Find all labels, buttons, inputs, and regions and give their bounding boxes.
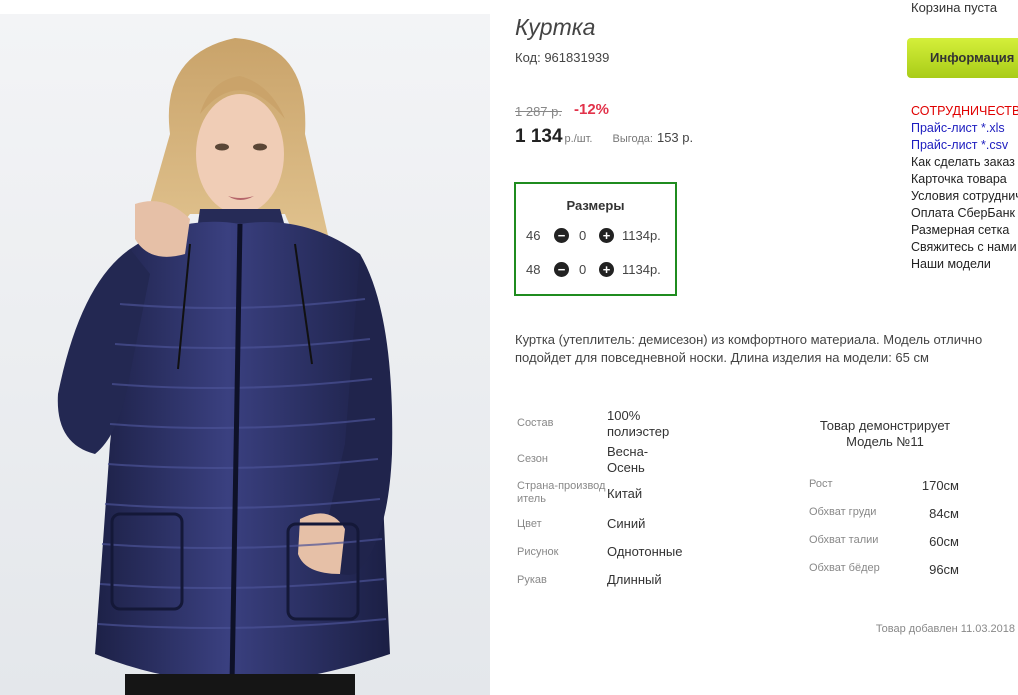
property-value: Длинный — [607, 572, 662, 587]
size-row: 46 − 0 + 1134р. — [526, 226, 661, 244]
model-param-value: 170см — [921, 478, 959, 493]
sidebar-item-product-card[interactable]: Карточка товара — [911, 171, 1018, 188]
product-description: Куртка (утеплитель: демисезон) из комфор… — [515, 332, 983, 365]
cart-status[interactable]: Корзина пуста — [911, 0, 997, 15]
price-unit: р./шт. — [564, 133, 593, 145]
sidebar-item-our-models[interactable]: Наши модели — [911, 256, 1018, 273]
property-key: Страна-производитель — [517, 480, 606, 505]
model-in-jacket-image — [0, 14, 490, 695]
quantity-value[interactable]: 0 — [579, 228, 591, 243]
sidebar-item-how-to-order[interactable]: Как сделать заказ — [911, 154, 1018, 171]
size-label: 48 — [526, 261, 541, 277]
model-param-value: 60см — [929, 534, 959, 549]
quantity-value[interactable]: 0 — [579, 262, 591, 277]
property-key: Рукав — [517, 574, 547, 586]
sidebar-link-price-xls[interactable]: Прайс-лист *.xls — [911, 120, 1018, 137]
old-price: 1 287 р. — [515, 104, 562, 119]
sidebar-item-contact[interactable]: Свяжитесь с нами — [911, 239, 1018, 256]
property-value: Весна-Осень — [607, 444, 649, 475]
model-param-key: Обхват талии — [809, 534, 879, 546]
sidebar-item-terms[interactable]: Условия сотрудничества — [911, 188, 1018, 205]
minus-button[interactable]: − — [554, 261, 569, 277]
model-param-key: Обхват бёдер — [809, 562, 880, 574]
benefit-value: 153 р. — [656, 130, 694, 145]
sidebar-menu: СОТРУДНИЧЕСТВО Прайс-лист *.xls Прайс-ли… — [911, 103, 1018, 273]
current-price: 1 134 — [515, 126, 563, 147]
model-param-row: Рост 170см — [809, 478, 959, 494]
sidebar-item-size-chart[interactable]: Размерная сетка — [911, 222, 1018, 239]
size-price: 1134р. — [622, 261, 661, 277]
model-param-row: Обхват груди 84см — [809, 506, 959, 522]
model-param-value: 84см — [929, 506, 959, 521]
model-param-value: 96см — [929, 562, 959, 577]
minus-button[interactable]: − — [554, 227, 569, 243]
property-value: Синий — [607, 516, 646, 531]
product-code: Код: 961831939 — [515, 50, 610, 65]
property-value: Китай — [607, 486, 643, 501]
property-key: Цвет — [517, 518, 542, 530]
sizes-title: Размеры — [566, 198, 625, 213]
product-title: Куртка — [515, 14, 596, 40]
size-label: 46 — [526, 227, 541, 243]
property-value: 100% полиэстер — [607, 408, 670, 439]
model-param-key: Обхват груди — [809, 506, 877, 518]
sidebar-item-payment[interactable]: Оплата СберБанк — [911, 205, 1018, 222]
plus-button[interactable]: + — [599, 227, 614, 243]
plus-button[interactable]: + — [599, 261, 614, 277]
sizes-box: Размеры 46 − 0 + 1134р. 48 − 0 + 1134р. — [514, 182, 677, 296]
info-button[interactable]: Информация — [907, 38, 1018, 78]
discount-badge: -12% — [574, 101, 610, 118]
sidebar-heading: СОТРУДНИЧЕСТВО — [911, 104, 1018, 118]
added-date: Товар добавлен 11.03.2018 — [875, 623, 1015, 635]
model-param-row: Обхват бёдер 96см — [809, 562, 959, 578]
property-value: Однотонные — [607, 544, 683, 559]
size-price: 1134р. — [622, 227, 661, 243]
property-key: Сезон — [517, 453, 548, 465]
property-key: Состав — [517, 417, 554, 429]
property-key: Рисунок — [517, 546, 559, 558]
benefit-label: Выгода: — [612, 133, 653, 145]
model-param-row: Обхват талии 60см — [809, 534, 959, 550]
price-row: 1 134 р./шт. Выгода: 153 р. — [515, 126, 693, 148]
size-row: 48 − 0 + 1134р. — [526, 260, 661, 278]
sidebar-link-price-csv[interactable]: Прайс-лист *.csv — [911, 137, 1018, 154]
model-title: Товар демонстрирует Модель №11 — [819, 418, 951, 449]
model-param-key: Рост — [809, 478, 833, 490]
product-photo[interactable] — [0, 14, 490, 695]
